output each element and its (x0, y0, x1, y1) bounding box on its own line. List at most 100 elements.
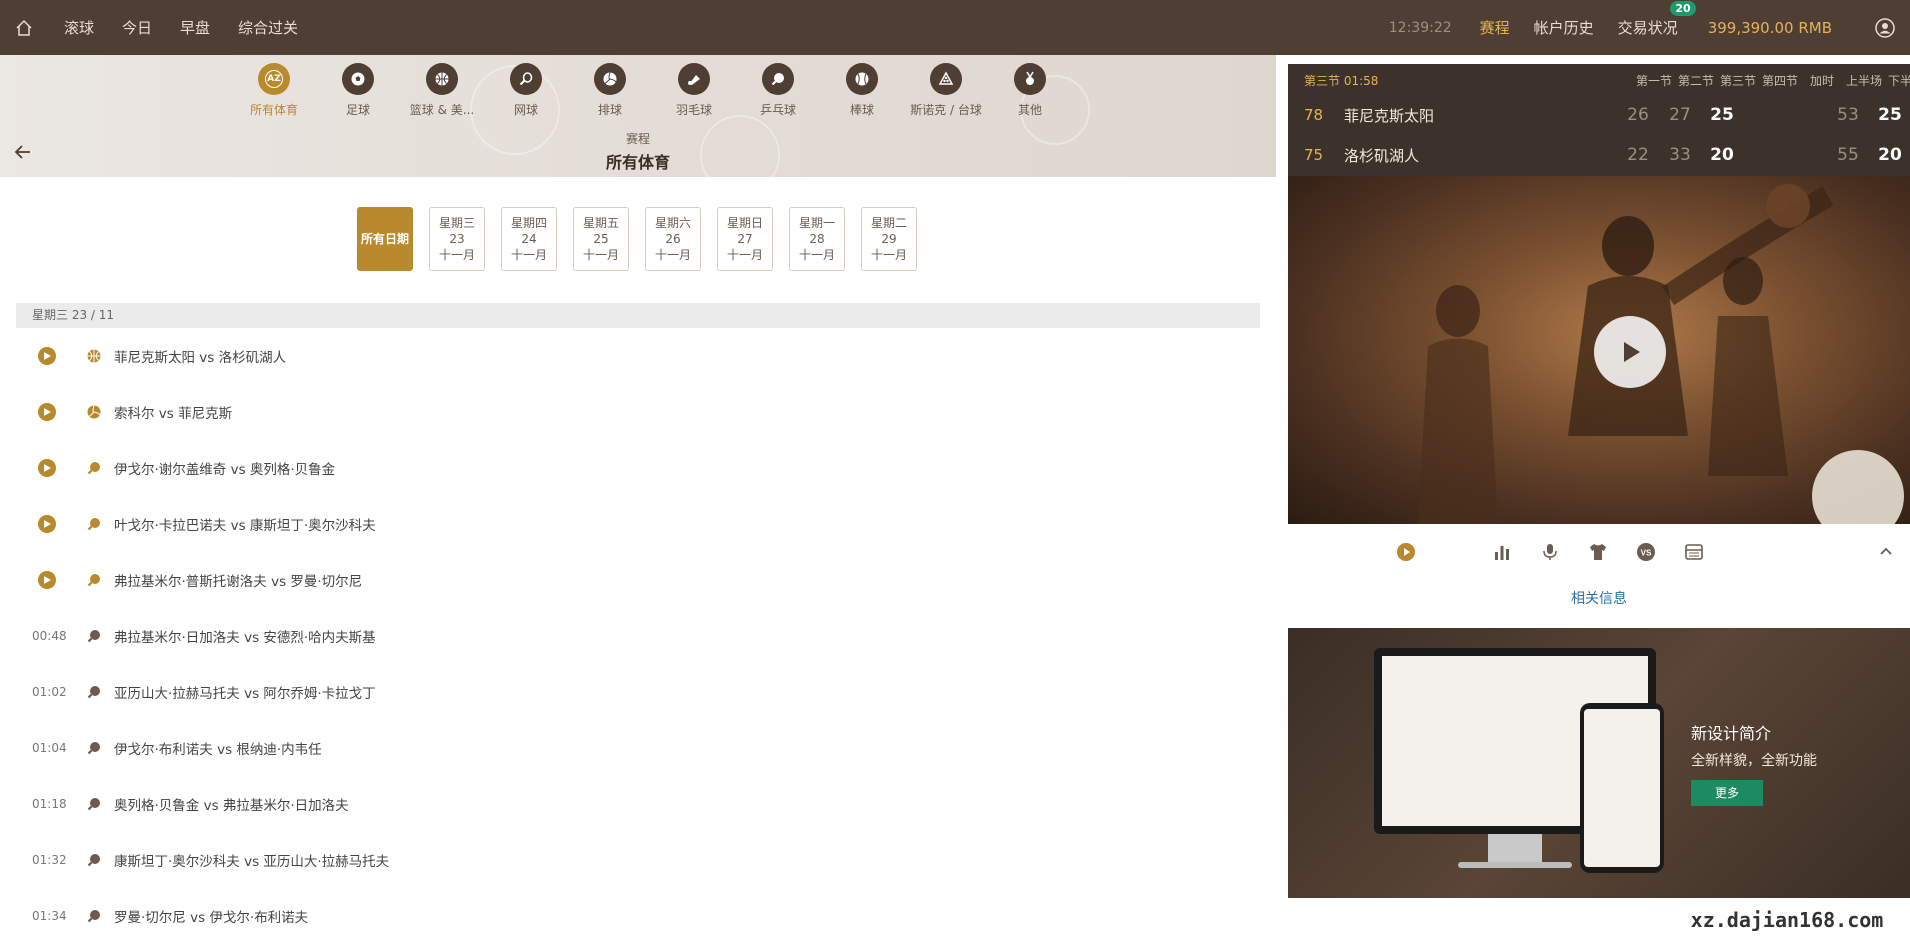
nav-early[interactable]: 早盘 (180, 17, 210, 38)
play-circle-icon[interactable] (38, 571, 56, 589)
sport-basketball[interactable]: 篮球 & 美... (400, 63, 484, 118)
sport-tennis[interactable]: 网球 (484, 63, 568, 118)
score-h2: 25 (1868, 105, 1910, 125)
phone-mockup (1580, 703, 1664, 873)
sport-label: 棒球 (850, 101, 874, 118)
match-row[interactable]: 01:02亚历山大·拉赫马托夫 vs 阿尔乔姆·卡拉戈丁 (16, 664, 1260, 720)
play-circle-icon[interactable] (38, 515, 56, 533)
sport-other[interactable]: 其他 (988, 63, 1072, 118)
score-h1: 55 (1826, 145, 1870, 165)
sport-snooker[interactable]: 斯诺克 / 台球 (904, 63, 988, 118)
date-tab[interactable]: 星期一28十一月 (789, 207, 845, 271)
score-q3: 25 (1700, 105, 1744, 125)
collapse-button[interactable] (1876, 542, 1898, 564)
chevron-up-icon (1876, 542, 1896, 562)
bar-chart-icon (1492, 542, 1512, 562)
table-tennis-icon (76, 628, 114, 644)
match-row[interactable]: 01:04伊戈尔·布利诺夫 vs 根纳迪·内韦任 (16, 720, 1260, 776)
date-all[interactable]: 所有日期 (357, 207, 413, 271)
period-clock: 第三节 01:58 (1304, 72, 1378, 89)
match-name: 亚历山大·拉赫马托夫 vs 阿尔乔姆·卡拉戈丁 (114, 682, 376, 702)
sport-volleyball[interactable]: 排球 (568, 63, 652, 118)
match-row[interactable]: 索科尔 vs 菲尼克斯 (16, 384, 1260, 440)
schedule-title: 赛程 所有体育 (0, 130, 1276, 173)
badminton-icon (678, 63, 710, 95)
live-indicator (16, 347, 76, 365)
sport-table-tennis[interactable]: 乒乓球 (736, 63, 820, 118)
day-header: 星期三 23 / 11 (16, 303, 1260, 328)
live-indicator (16, 515, 76, 533)
tennis-icon (510, 63, 542, 95)
nav-parlay[interactable]: 综合过关 (238, 17, 298, 38)
jersey-icon (1588, 542, 1608, 562)
monitor-base (1458, 862, 1572, 868)
date-tab[interactable]: 星期四24十一月 (501, 207, 557, 271)
sport-all[interactable]: AZ 所有体育 (232, 63, 316, 118)
match-name: 奥列格·贝鲁金 vs 弗拉基米尔·日加洛夫 (114, 794, 349, 814)
az-icon: AZ (258, 63, 290, 95)
nav-schedule[interactable]: 赛程 (1480, 17, 1510, 38)
user-menu-button[interactable] (1860, 0, 1910, 55)
sport-baseball[interactable]: 棒球 (820, 63, 904, 118)
date-tab[interactable]: 星期五25十一月 (573, 207, 629, 271)
match-row[interactable]: 00:48弗拉基米尔·日加洛夫 vs 安德烈·哈内夫斯基 (16, 608, 1260, 664)
live-video[interactable] (1288, 176, 1910, 524)
sport-label: 足球 (346, 101, 370, 118)
match-name: 伊戈尔·谢尔盖维奇 vs 奥列格·贝鲁金 (114, 458, 335, 478)
sport-label: 其他 (1018, 101, 1042, 118)
tab-commentary[interactable] (1540, 542, 1562, 564)
date-tab[interactable]: 星期二29十一月 (861, 207, 917, 271)
date-tab[interactable]: 星期三23十一月 (429, 207, 485, 271)
tab-head-to-head[interactable]: VS (1636, 542, 1658, 564)
play-circle-icon[interactable] (38, 347, 56, 365)
col-q2: 第二节 (1674, 72, 1718, 89)
match-row[interactable]: 叶戈尔·卡拉巴诺夫 vs 康斯坦丁·奥尔沙科夫 (16, 496, 1260, 552)
nav-account-history[interactable]: 帐户历史 (1534, 17, 1594, 38)
match-row[interactable]: 菲尼克斯太阳 vs 洛杉矶湖人 (16, 328, 1260, 384)
match-row[interactable]: 01:18奥列格·贝鲁金 vs 弗拉基米尔·日加洛夫 (16, 776, 1260, 832)
match-list: 菲尼克斯太阳 vs 洛杉矶湖人索科尔 vs 菲尼克斯伊戈尔·谢尔盖维奇 vs 奥… (16, 328, 1260, 944)
sport-badminton[interactable]: 羽毛球 (652, 63, 736, 118)
date-tabs: 所有日期 星期三23十一月 星期四24十一月 星期五25十一月 星期六26十一月… (357, 207, 933, 271)
team-row-home: 78 菲尼克斯太阳 26 27 25 53 25 (1304, 95, 1910, 135)
home-icon (15, 19, 33, 37)
tab-stats[interactable] (1492, 542, 1514, 564)
match-name: 弗拉基米尔·普斯托谢洛夫 vs 罗曼·切尔尼 (114, 570, 362, 590)
scoreboard: 第三节 01:58 第一节 第二节 第三节 第四节 加时 上半场 下半场 78 … (1288, 64, 1910, 176)
top-bar: 滚球 今日 早盘 综合过关 12:39:22 赛程 帐户历史 交易状况 20 3… (0, 0, 1910, 55)
sport-soccer[interactable]: 足球 (316, 63, 400, 118)
match-row[interactable]: 伊戈尔·谢尔盖维奇 vs 奥列格·贝鲁金 (16, 440, 1260, 496)
related-info-link[interactable]: 相关信息 (1288, 588, 1910, 608)
volleyball-icon (594, 63, 626, 95)
promo-subtitle: 全新样貌，全新功能 (1691, 750, 1817, 770)
user-icon (1875, 18, 1895, 38)
bet-count-badge: 20 (1670, 1, 1695, 16)
match-time: 01:32 (16, 853, 76, 867)
tab-lineup[interactable] (1588, 542, 1610, 564)
col-q3: 第三节 (1716, 72, 1760, 89)
tab-scoreboard[interactable] (1684, 542, 1706, 564)
more-button[interactable]: 更多 (1691, 780, 1763, 806)
nav-bet-status[interactable]: 交易状况 20 (1618, 17, 1678, 38)
sport-label: 网球 (514, 101, 538, 118)
play-circle-icon (1396, 542, 1416, 562)
schedule-subtitle: 赛程 (0, 130, 1276, 147)
table-tennis-icon (76, 684, 114, 700)
match-time: 01:04 (16, 741, 76, 755)
match-time: 01:34 (16, 909, 76, 923)
date-tab[interactable]: 星期日27十一月 (717, 207, 773, 271)
video-play-button[interactable] (1594, 316, 1666, 388)
sport-bar: AZ 所有体育 足球 篮球 & 美... 网球 排球 羽毛球 乒乓球 (0, 55, 1276, 177)
baseball-icon (846, 63, 878, 95)
tab-live-video[interactable] (1396, 542, 1418, 564)
match-row[interactable]: 弗拉基米尔·普斯托谢洛夫 vs 罗曼·切尔尼 (16, 552, 1260, 608)
match-row[interactable]: 01:32康斯坦丁·奥尔沙科夫 vs 亚历山大·拉赫马托夫 (16, 832, 1260, 888)
sport-label: 所有体育 (250, 101, 298, 118)
nav-today[interactable]: 今日 (122, 17, 152, 38)
date-tab[interactable]: 星期六26十一月 (645, 207, 701, 271)
play-circle-icon[interactable] (38, 459, 56, 477)
play-circle-icon[interactable] (38, 403, 56, 421)
table-tennis-icon (76, 572, 114, 588)
home-button[interactable] (0, 0, 48, 55)
nav-inplay[interactable]: 滚球 (64, 17, 94, 38)
